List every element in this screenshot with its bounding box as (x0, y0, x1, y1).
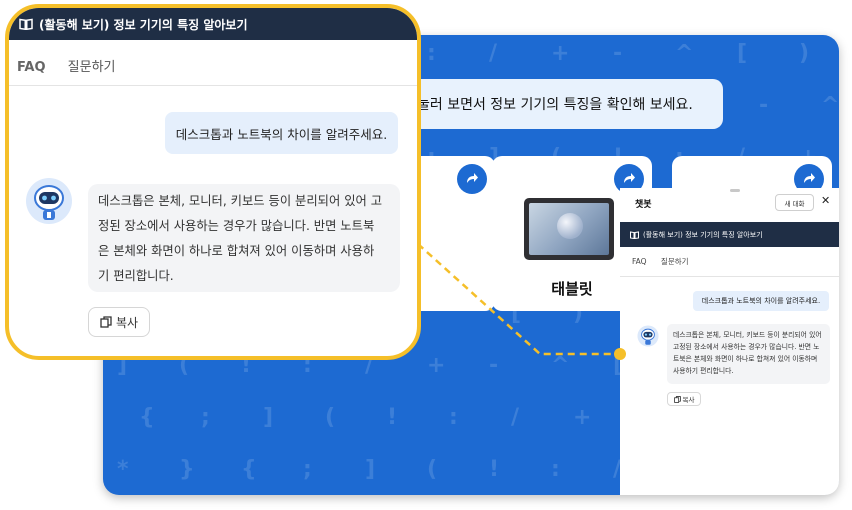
bot-message-line: 기 편리합니다. (98, 269, 174, 283)
tab-ask[interactable]: 질문하기 (68, 60, 116, 75)
user-message: 데스크톱과 노트북의 차이를 알려주세요. (165, 112, 398, 154)
topic-text: (활동해 보기) 정보 기기의 특징 알아보기 (39, 17, 248, 32)
copy-label: 복사 (115, 315, 139, 330)
bot-message-line: 은 본체와 화면이 하나로 합쳐져 있어 이동하며 사용하 (98, 244, 375, 258)
book-icon (19, 18, 33, 30)
zoom-callout: (활동해 보기) 정보 기기의 특징 알아보기 FAQ 질문하기 데스크톱과 노… (5, 4, 421, 360)
copy-button[interactable]: 복사 (88, 307, 150, 337)
bot-message: 데스크톱은 본체, 모니터, 키보드 등이 분리되어 있어 고 정된 장소에서 … (88, 184, 400, 292)
bot-message-line: 정된 장소에서 사용하는 경우가 많습니다. 반면 노트북 (98, 219, 375, 233)
chat-tabs: FAQ 질문하기 (17, 56, 116, 75)
bot-message-line: 데스크톱은 본체, 모니터, 키보드 등이 분리되어 있어 고 (98, 194, 383, 208)
copy-icon (100, 316, 112, 328)
divider (9, 85, 417, 86)
robot-avatar-icon (26, 178, 72, 224)
topic-bar: (활동해 보기) 정보 기기의 특징 알아보기 (9, 8, 417, 40)
tab-faq[interactable]: FAQ (17, 60, 46, 75)
